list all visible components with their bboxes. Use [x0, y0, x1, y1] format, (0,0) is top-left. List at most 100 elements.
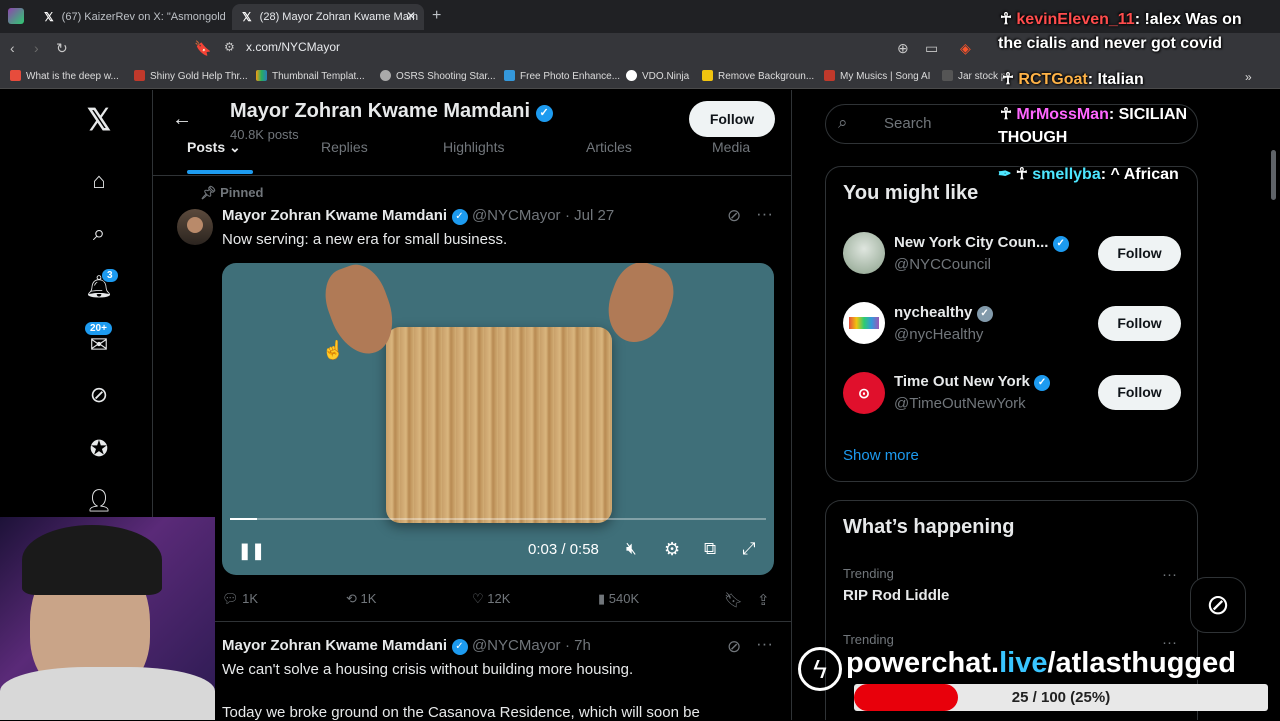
- browser-tab-1[interactable]: 𝕏 (67) KaizerRev on X: "Asmongold say: [34, 4, 228, 30]
- tab-replies[interactable]: Replies: [321, 139, 368, 155]
- cast-icon[interactable]: ▭: [925, 40, 938, 57]
- show-more-link[interactable]: Show more: [843, 447, 919, 464]
- tab-highlights[interactable]: Highlights: [443, 139, 504, 155]
- browser-tab-2[interactable]: 𝕏 (28) Mayor Zohran Kwame Mam ✕: [232, 4, 424, 30]
- profile-icon[interactable]: 👤︎: [84, 486, 114, 516]
- bookmark-icon[interactable]: 🔖: [194, 40, 211, 57]
- account-avatar[interactable]: [843, 232, 885, 274]
- reply-action[interactable]: 💬︎ 1K: [222, 591, 258, 607]
- reload-icon[interactable]: ↻: [56, 40, 68, 57]
- tab-media[interactable]: Media: [712, 139, 750, 155]
- cutting-board: [386, 327, 612, 523]
- repost-action[interactable]: ⟲ 1K: [346, 591, 376, 607]
- trend-topic[interactable]: RIP Rod Liddle: [843, 587, 949, 604]
- explore-search-icon[interactable]: ⌕: [84, 218, 114, 248]
- grok-floating-button-icon[interactable]: ⊘: [1190, 577, 1246, 633]
- post-avatar[interactable]: [177, 209, 213, 245]
- grok-post-icon[interactable]: ⊘: [727, 637, 741, 657]
- bookmark-item[interactable]: VDO.Ninja: [626, 70, 689, 82]
- follow-button[interactable]: Follow: [1098, 375, 1181, 410]
- gov-verified-badge-icon: ✓: [976, 306, 993, 322]
- account-name[interactable]: nychealthy ✓: [894, 304, 993, 322]
- verified-orgs-icon[interactable]: ✪: [84, 434, 114, 464]
- post-date[interactable]: · Jul 27: [565, 207, 614, 224]
- bookmark-item[interactable]: Shiny Gold Help Thr...: [134, 70, 248, 82]
- you-might-like-title: You might like: [843, 182, 979, 204]
- reply-icon: 💬︎: [222, 591, 239, 606]
- post-author-name[interactable]: Mayor Zohran Kwame Mamdani: [222, 637, 447, 654]
- bookmark-item[interactable]: Remove Backgroun...: [702, 70, 814, 82]
- tab-posts[interactable]: Posts ⌄: [187, 139, 241, 156]
- new-tab-button[interactable]: +: [432, 7, 441, 25]
- verified-badge-icon: ✓: [535, 105, 553, 122]
- bookmark-item[interactable]: OSRS Shooting Star...: [380, 70, 496, 82]
- bookmarks-overflow-icon[interactable]: »: [1245, 70, 1252, 84]
- post-date[interactable]: · 7h: [565, 637, 591, 654]
- repost-icon: ⟲: [346, 591, 357, 606]
- account-handle[interactable]: @NYCCouncil: [894, 256, 991, 273]
- post-handle[interactable]: @NYCMayor: [472, 637, 561, 654]
- account-handle[interactable]: @nycHealthy: [894, 326, 983, 343]
- post-handle[interactable]: @NYCMayor: [472, 207, 561, 224]
- tab-label: (67) KaizerRev on X: "Asmongold say: [61, 11, 228, 23]
- account-avatar[interactable]: [843, 302, 885, 344]
- account-handle[interactable]: @TimeOutNewYork: [894, 395, 1026, 412]
- pause-icon[interactable]: ❚❚: [238, 541, 265, 561]
- post-more-icon[interactable]: ···: [756, 204, 773, 224]
- fullscreen-icon[interactable]: ⤢: [742, 539, 756, 559]
- chat-message: ✒ ☥ smellyba: ^ African: [998, 166, 1179, 183]
- scrollbar-thumb[interactable]: [1271, 150, 1276, 200]
- site-settings-icon[interactable]: ⚙: [224, 40, 235, 54]
- post-more-icon[interactable]: ···: [756, 634, 773, 654]
- donation-goal-text: 25 / 100 (25%): [1011, 689, 1111, 706]
- mute-icon[interactable]: 🔇︎: [626, 539, 637, 559]
- bookmark-item[interactable]: Free Photo Enhance...: [504, 70, 620, 82]
- settings-gear-icon[interactable]: ⚙: [664, 539, 680, 560]
- follow-button[interactable]: Follow: [1098, 306, 1181, 341]
- views-action[interactable]: ▮ 540K: [598, 591, 639, 607]
- account-name[interactable]: Time Out New York ✓: [894, 373, 1051, 391]
- trend-label: Trending: [843, 566, 894, 581]
- back-arrow-icon[interactable]: ←: [172, 108, 192, 131]
- post-video[interactable]: ❚❚ 0:03 / 0:58 🔇︎ ⚙ ⧉ ⤢: [222, 263, 774, 575]
- zoom-icon[interactable]: ⊕: [897, 40, 909, 57]
- account-avatar[interactable]: ⊙: [843, 372, 885, 414]
- bookmark-post-icon[interactable]: 🔖︎: [724, 591, 743, 609]
- chat-message: ☥ RCTGoat: Italian: [1002, 71, 1144, 88]
- forward-icon[interactable]: ›: [34, 40, 39, 56]
- page-scrollbar[interactable]: [1269, 95, 1278, 715]
- like-action[interactable]: ♡ 12K: [472, 591, 510, 607]
- post-text: Now serving: a new era for small busines…: [222, 231, 508, 248]
- close-tab-icon[interactable]: ✕: [406, 9, 416, 23]
- chat-message: ☥ kevinEleven_11: !alex Was on: [1000, 11, 1242, 28]
- home-icon[interactable]: ⌂: [84, 166, 114, 196]
- pip-icon[interactable]: ⧉: [704, 539, 716, 559]
- address-bar[interactable]: x.com/NYCMayor: [246, 40, 340, 54]
- follow-button[interactable]: Follow: [689, 101, 775, 137]
- tab-active-indicator: [187, 170, 253, 174]
- webcam-overlay: [0, 517, 215, 720]
- bookmark-item[interactable]: What is the deep w...: [10, 70, 119, 82]
- bookmark-item[interactable]: Jar stock p: [942, 70, 1006, 82]
- tab-articles[interactable]: Articles: [586, 139, 632, 155]
- post-author-name[interactable]: Mayor Zohran Kwame Mamdani: [222, 207, 447, 224]
- grok-icon[interactable]: ⊘: [84, 380, 114, 410]
- account-name[interactable]: New York City Coun... ✓: [894, 234, 1069, 252]
- back-icon[interactable]: ‹: [10, 40, 15, 56]
- share-icon[interactable]: ⇪: [757, 591, 770, 609]
- donation-goal-progress: 25 / 100 (25%): [854, 684, 1268, 711]
- chat-message: the cialis and never got covid: [998, 35, 1223, 52]
- trend-more-icon[interactable]: ···: [1162, 566, 1177, 583]
- browser-profile-icon[interactable]: [8, 8, 24, 24]
- mouse-cursor-icon: ☝: [322, 340, 345, 360]
- x-logo-icon: 𝕏: [44, 10, 54, 24]
- x-home-logo-icon[interactable]: 𝕏: [84, 106, 114, 136]
- sword-icon: ✒: [998, 166, 1012, 183]
- video-scrubber-track[interactable]: [230, 518, 766, 520]
- bookmark-item[interactable]: Thumbnail Templat...: [256, 70, 365, 82]
- chat-user: MrMossMan: [1016, 106, 1109, 123]
- follow-button[interactable]: Follow: [1098, 236, 1181, 271]
- brave-shield-icon[interactable]: ◈: [960, 40, 971, 57]
- bookmark-item[interactable]: My Musics | Song AI: [824, 70, 930, 82]
- grok-post-icon[interactable]: ⊘: [727, 206, 741, 226]
